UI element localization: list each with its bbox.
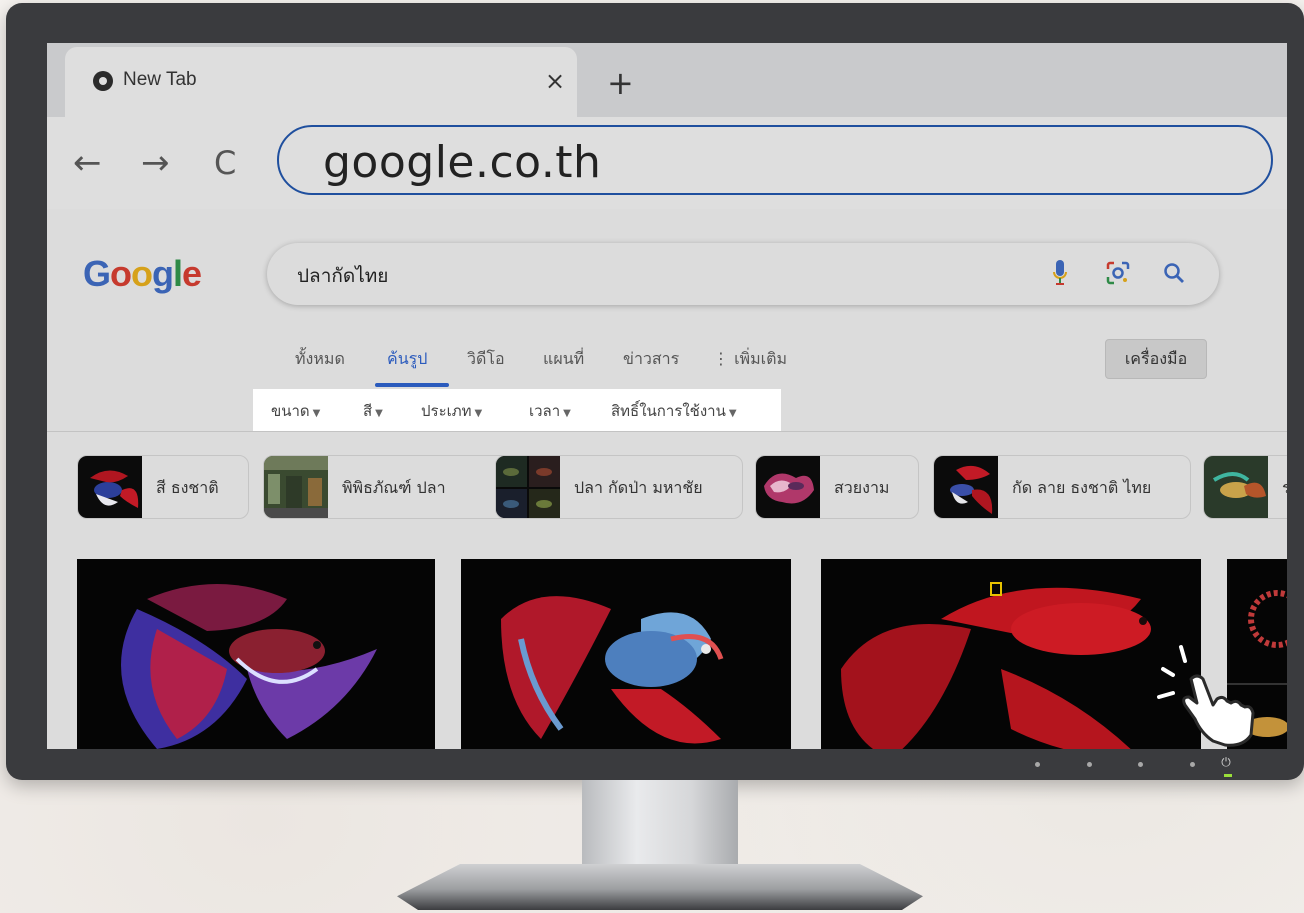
- active-tab-underline: [375, 383, 449, 387]
- power-led: [1224, 774, 1232, 777]
- camera-lens-icon[interactable]: [1105, 260, 1131, 286]
- fish-thumbnail: [756, 456, 820, 518]
- chip-flag-color[interactable]: สี ธงชาติ: [77, 455, 249, 519]
- dropdown-caret-icon: ▼: [474, 408, 483, 419]
- filter-size[interactable]: ขนาด ▼: [271, 399, 320, 423]
- fish-thumbnail: [934, 456, 998, 518]
- tab-all[interactable]: ทั้งหมด: [295, 347, 345, 372]
- monitor-stand-base: [397, 864, 923, 910]
- microphone-icon[interactable]: [1053, 259, 1067, 287]
- monitor-buttons: [1035, 762, 1195, 770]
- related-chips: สี ธงชาติ พิพิธภัณฑ์ ปลา ปลา กัดป่า มหาช…: [47, 455, 1287, 521]
- dropdown-caret-icon: ▼: [375, 408, 383, 419]
- dropdown-caret-icon: ▼: [312, 408, 321, 419]
- monitor-frame: New Tab × + ← → C google.co.th Google ปล…: [6, 3, 1304, 780]
- forward-arrow-icon[interactable]: →: [141, 143, 170, 183]
- bezel-dot: [1189, 762, 1195, 767]
- bezel-dot: [1086, 762, 1092, 767]
- betta-halfmoon-image: [77, 559, 435, 749]
- chip-partial[interactable]: ร: [1203, 455, 1287, 519]
- search-icon[interactable]: [1161, 260, 1187, 286]
- tools-button[interactable]: เครื่องมือ: [1105, 339, 1207, 379]
- fish-collage-thumbnail: [496, 456, 560, 518]
- result-image[interactable]: [461, 559, 791, 749]
- address-bar[interactable]: google.co.th: [277, 125, 1273, 195]
- chip-beautiful[interactable]: สวยงาม: [755, 455, 919, 519]
- google-images-page: Google ปลากัดไทย ทั้งหมด ค้นรูป วิดีโอ แ…: [47, 209, 1287, 749]
- filter-color[interactable]: สี ▼: [363, 399, 383, 423]
- image-results: [47, 559, 1287, 749]
- tab-news[interactable]: ข่าวสาร: [623, 347, 679, 372]
- google-logo[interactable]: Google: [83, 253, 202, 295]
- monitor-stand-neck: [582, 780, 738, 868]
- filter-usage-rights[interactable]: สิทธิ์ในการใช้งาน ▼: [611, 399, 737, 423]
- close-icon[interactable]: ×: [545, 67, 565, 95]
- back-arrow-icon[interactable]: ←: [73, 143, 102, 183]
- pointing-hand-cursor-icon: [1157, 645, 1255, 747]
- bezel-dot: [1035, 762, 1040, 767]
- divider: [47, 431, 1287, 432]
- dropdown-caret-icon: ▼: [563, 408, 571, 419]
- tab-more[interactable]: ⋮ เพิ่มเติม: [713, 347, 787, 372]
- fish-thumbnail: [1204, 456, 1268, 518]
- tab-strip: New Tab × +: [47, 43, 1287, 119]
- screen: New Tab × + ← → C google.co.th Google ปล…: [47, 43, 1287, 749]
- betta-blue-red-image: [461, 559, 791, 749]
- museum-thumbnail: [264, 456, 328, 518]
- chrome-icon: [93, 71, 113, 91]
- browser-toolbar: ← → C google.co.th: [47, 117, 1287, 209]
- filters-panel: ขนาด ▼ สี ▼ ประเภท ▼ เวลา ▼ สิทธิ์ในการใช้งา…: [253, 389, 781, 431]
- tab-title: New Tab: [123, 69, 197, 90]
- fish-thumbnail: [78, 456, 142, 518]
- tab-videos[interactable]: วิดีโอ: [467, 347, 505, 372]
- tab-images[interactable]: ค้นรูป: [387, 347, 427, 372]
- chip-thai-flag-pattern[interactable]: กัด ลาย ธงชาติ ไทย: [933, 455, 1191, 519]
- url-text: google.co.th: [323, 137, 602, 188]
- betta-red-natgeo-image: [821, 559, 1201, 749]
- search-input[interactable]: ปลากัดไทย: [297, 261, 388, 291]
- bezel-dot: [1138, 762, 1144, 767]
- result-image[interactable]: [821, 559, 1201, 749]
- search-box[interactable]: ปลากัดไทย: [267, 243, 1219, 305]
- tab-maps[interactable]: แผนที่: [543, 347, 584, 372]
- new-tab-button[interactable]: +: [607, 63, 634, 103]
- chip-fish-museum[interactable]: พิพิธภัณฑ์ ปลา: [263, 455, 513, 519]
- browser-tab[interactable]: New Tab ×: [65, 47, 577, 119]
- filter-type[interactable]: ประเภท ▼: [421, 399, 482, 423]
- dropdown-caret-icon: ▼: [728, 408, 737, 419]
- chip-wild-betta[interactable]: ปลา กัดป่า มหาชัย: [495, 455, 743, 519]
- filter-time[interactable]: เวลา ▼: [529, 399, 571, 423]
- reload-icon[interactable]: C: [214, 143, 236, 183]
- search-tabs: ทั้งหมด ค้นรูป วิดีโอ แผนที่ ข่าวสาร ⋮ เ…: [47, 339, 1287, 387]
- result-image[interactable]: [77, 559, 435, 749]
